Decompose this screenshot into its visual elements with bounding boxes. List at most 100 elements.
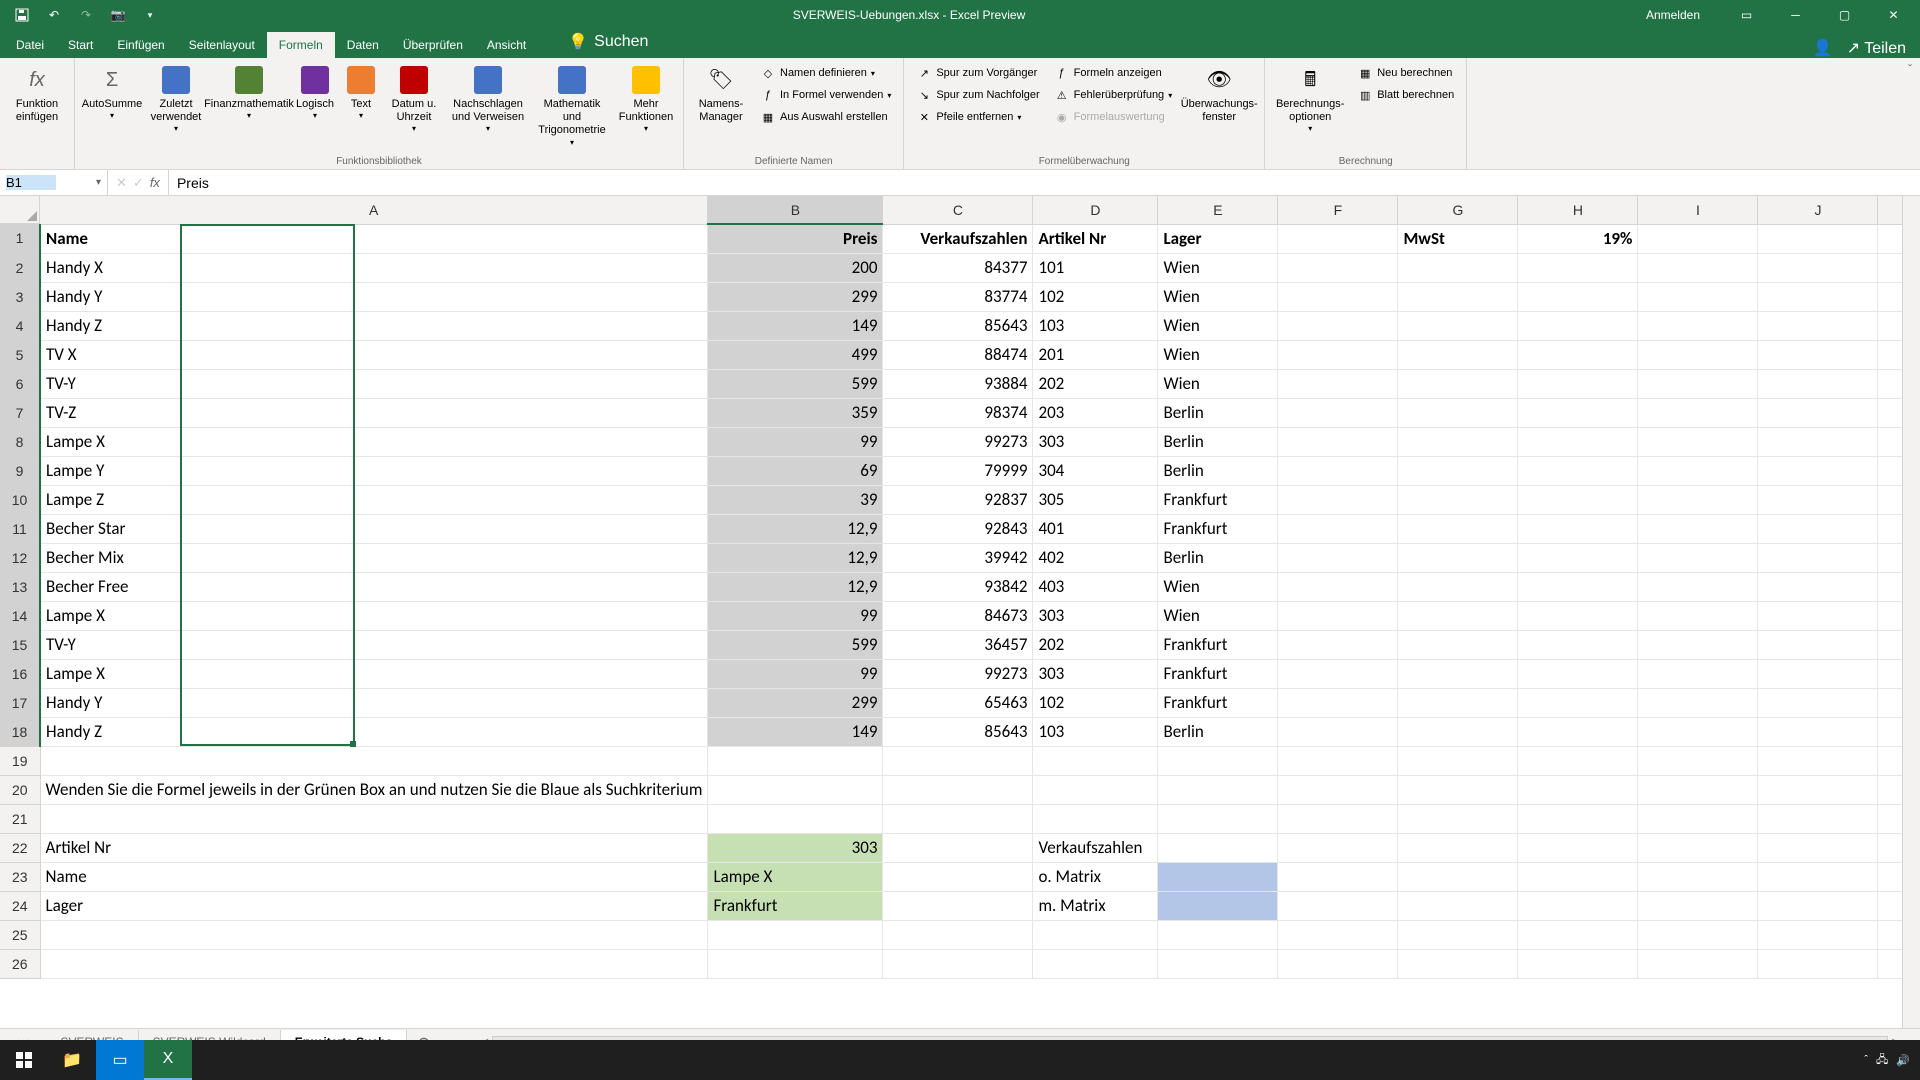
cell[interactable] [883,833,1033,862]
logical-button[interactable]: Logisch▾ [291,62,339,123]
column-header[interactable]: E [1158,196,1278,224]
cell[interactable] [708,949,883,978]
name-box-input[interactable] [6,175,56,190]
row-header[interactable]: 26 [0,949,40,978]
cell[interactable]: Verkaufszahlen [1033,833,1158,862]
file-explorer-icon[interactable]: 📁 [48,1040,96,1080]
cell[interactable] [1278,369,1398,398]
cell[interactable] [883,920,1033,949]
row-header[interactable]: 8 [0,427,40,456]
cell[interactable] [1518,282,1638,311]
cell[interactable]: Wien [1158,311,1278,340]
cell[interactable] [1033,746,1158,775]
cell[interactable] [1638,601,1758,630]
cell[interactable]: 36457 [883,630,1033,659]
cell[interactable] [1758,891,1878,920]
app-icon[interactable]: ▭ [96,1040,144,1080]
cell[interactable] [1878,601,1902,630]
cell[interactable]: 93884 [883,369,1033,398]
cell[interactable] [1638,456,1758,485]
cell[interactable]: 203 [1033,398,1158,427]
cell[interactable] [1398,746,1518,775]
cell[interactable]: 303 [1033,601,1158,630]
cell[interactable]: 202 [1033,369,1158,398]
cell[interactable]: MwSt [1398,224,1518,253]
cell[interactable] [1638,572,1758,601]
cell[interactable] [1398,659,1518,688]
cell[interactable] [1398,572,1518,601]
cell[interactable] [1518,340,1638,369]
cell[interactable] [1878,311,1902,340]
share-button[interactable]: ↗Teilen [1847,38,1906,58]
row-header[interactable]: 21 [0,804,40,833]
cell[interactable] [1638,630,1758,659]
cell[interactable] [1878,340,1902,369]
cell[interactable] [1518,630,1638,659]
cell[interactable] [1638,427,1758,456]
cancel-icon[interactable]: ✕ [116,175,127,191]
cell[interactable]: 85643 [883,717,1033,746]
cell[interactable] [1158,862,1278,891]
cell[interactable] [1878,427,1902,456]
cell[interactable] [1638,398,1758,427]
cell[interactable] [1518,804,1638,833]
cell[interactable] [708,746,883,775]
cell[interactable]: Wien [1158,572,1278,601]
cell[interactable]: 149 [708,717,883,746]
cell[interactable] [1758,398,1878,427]
cell[interactable]: Lampe Y [40,456,708,485]
trace-dependents-button[interactable]: ↘Spur zum Nachfolger [910,84,1045,106]
cell[interactable]: Lampe X [708,862,883,891]
column-header[interactable]: G [1398,196,1518,224]
cell[interactable] [1518,427,1638,456]
cell[interactable] [1398,630,1518,659]
cell[interactable]: 39942 [883,543,1033,572]
cell[interactable] [1278,485,1398,514]
cell[interactable] [1033,920,1158,949]
qat-dropdown-icon[interactable]: ▾ [138,3,162,27]
cell[interactable] [1158,833,1278,862]
cell[interactable] [1278,804,1398,833]
cell[interactable]: Lampe X [40,659,708,688]
cell[interactable] [1878,862,1902,891]
cell[interactable] [1518,688,1638,717]
cell[interactable] [1878,282,1902,311]
maximize-icon[interactable]: ▢ [1822,0,1867,30]
cell[interactable] [40,920,708,949]
save-icon[interactable] [10,3,34,27]
cell[interactable]: 69 [708,456,883,485]
use-in-formula-button[interactable]: ƒIn Formel verwenden ▾ [754,84,897,106]
cell[interactable]: 402 [1033,543,1158,572]
cell[interactable]: 303 [708,833,883,862]
row-header[interactable]: 5 [0,340,40,369]
cell[interactable] [1638,543,1758,572]
row-header[interactable]: 24 [0,891,40,920]
cell[interactable] [1278,398,1398,427]
cell[interactable]: 88474 [883,340,1033,369]
cell[interactable] [1033,775,1158,804]
worksheet-grid[interactable]: ABCDEFGHIJKLMNO1NamePreisVerkaufszahlenA… [0,196,1920,1028]
cell[interactable]: 92843 [883,514,1033,543]
row-header[interactable]: 25 [0,920,40,949]
cell[interactable]: 65463 [883,688,1033,717]
cell[interactable] [708,804,883,833]
redo-icon[interactable]: ↷ [74,3,98,27]
cell[interactable] [1758,746,1878,775]
cell[interactable] [1878,920,1902,949]
cell[interactable]: 303 [1033,659,1158,688]
cell[interactable]: 102 [1033,282,1158,311]
excel-icon[interactable]: X [144,1040,192,1080]
cell[interactable] [1518,456,1638,485]
cell[interactable] [1638,920,1758,949]
cell[interactable] [1518,543,1638,572]
chevron-down-icon[interactable]: ▾ [96,177,101,188]
ribbon-tab-start[interactable]: Start [56,32,105,58]
cell[interactable] [1638,311,1758,340]
create-from-selection-button[interactable]: ▦Aus Auswahl erstellen [754,106,897,128]
cell[interactable] [1518,398,1638,427]
camera-icon[interactable]: 📷 [106,3,130,27]
cell[interactable] [1638,369,1758,398]
cell[interactable] [1758,717,1878,746]
start-button[interactable] [0,1040,48,1080]
cell[interactable] [883,862,1033,891]
